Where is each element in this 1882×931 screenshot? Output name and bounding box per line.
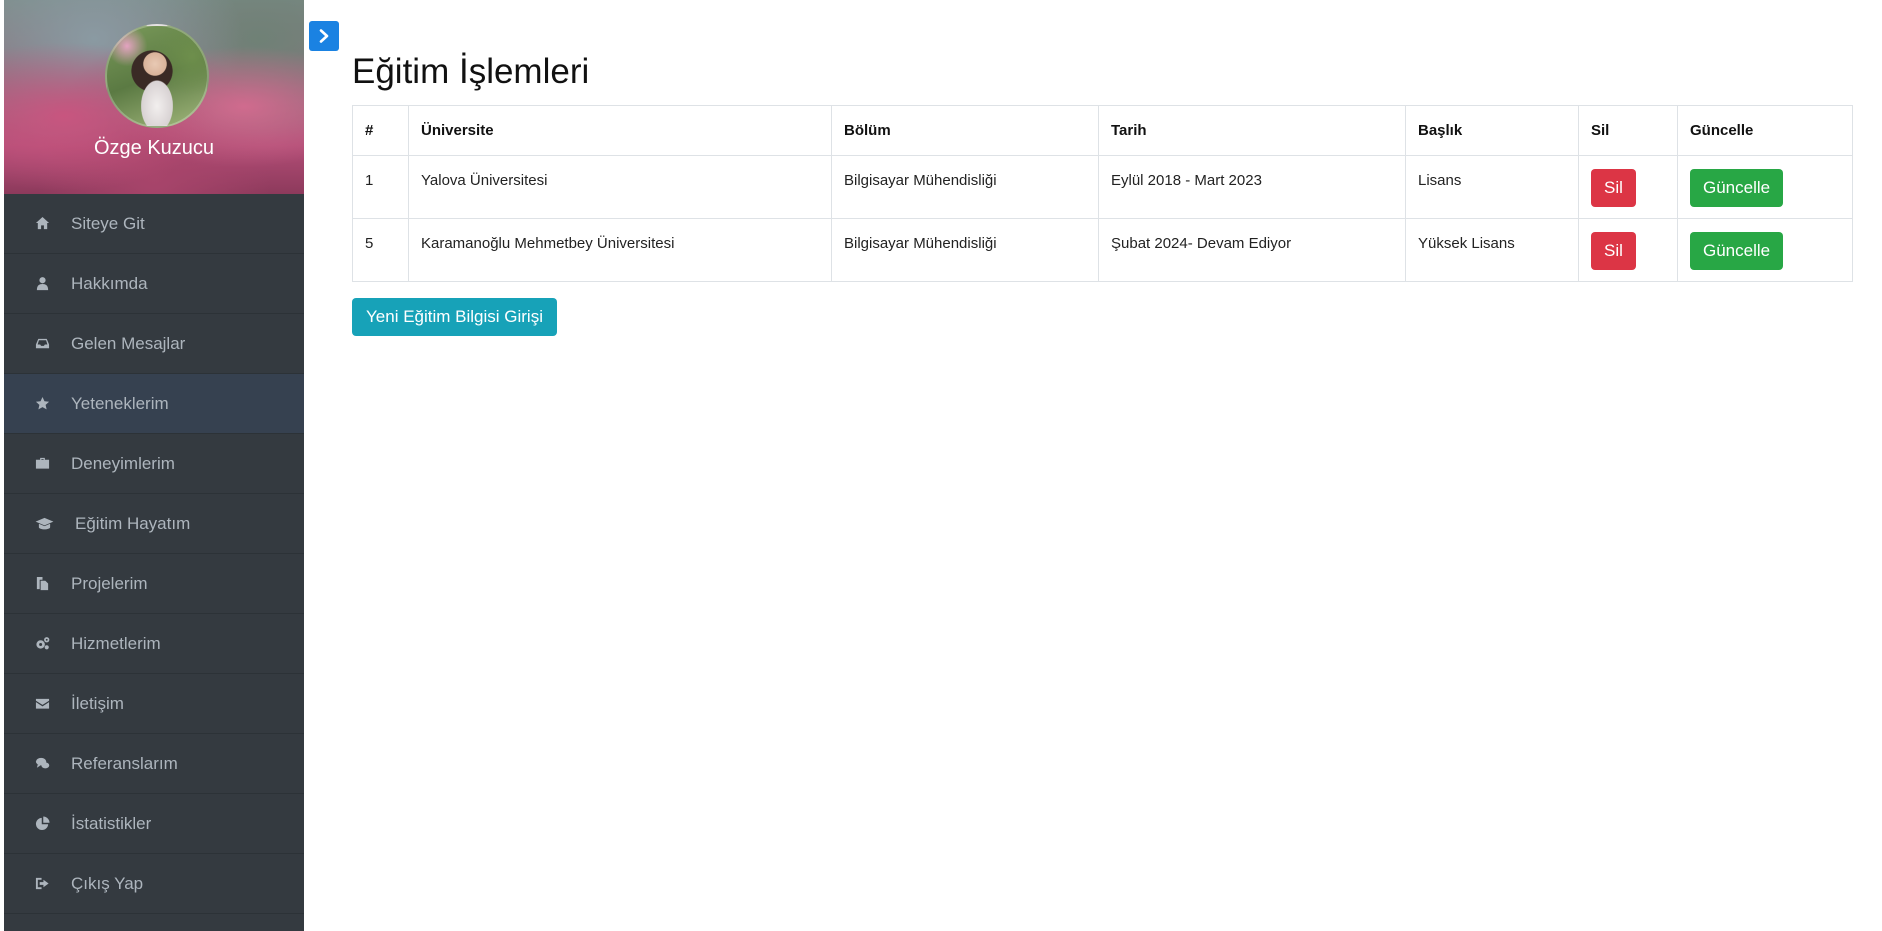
sidebar-item-label: Yeteneklerim — [71, 393, 169, 413]
sidebar-item-label: İletişim — [71, 693, 124, 713]
gears-icon — [33, 635, 51, 653]
sidebar-item-label: Referanslarım — [71, 753, 178, 773]
update-button[interactable]: Güncelle — [1690, 169, 1784, 207]
briefcase-icon — [33, 455, 51, 473]
chevron-right-icon — [319, 29, 329, 43]
envelope-icon — [33, 695, 51, 713]
sidebar-item-label: Siteye Git — [71, 213, 145, 233]
inbox-icon — [33, 335, 51, 353]
row-tarih: Şubat 2024- Devam Ediyor — [1098, 218, 1406, 282]
row-bolum: Bilgisayar Mühendisliği — [831, 218, 1099, 282]
row-id: 5 — [352, 218, 409, 282]
column-header-tarih: Tarih — [1098, 105, 1406, 156]
column-header-bolum: Bölüm — [831, 105, 1099, 156]
profile-name: Özge Kuzucu — [93, 137, 215, 159]
row-guncelle-cell: Güncelle — [1677, 218, 1853, 282]
column-header-universite: Üniversite — [408, 105, 832, 156]
page-title: Eğitim İşlemleri — [352, 52, 590, 91]
sidebar-item-projelerim[interactable]: Projelerim — [4, 554, 304, 614]
sidebar-menu: Siteye Git Hakkımda Gelen Mesajlar Yeten… — [4, 194, 304, 914]
column-header-number: # — [352, 105, 409, 156]
row-tarih: Eylül 2018 - Mart 2023 — [1098, 155, 1406, 219]
graduation-cap-icon — [33, 515, 55, 533]
star-icon — [33, 395, 51, 413]
sidebar-item-label: Eğitim Hayatım — [75, 513, 191, 533]
sidebar-item-deneyimlerim[interactable]: Deneyimlerim — [4, 434, 304, 494]
education-table: # Üniversite Bölüm Tarih Başlık Sil Günc… — [352, 105, 1853, 282]
avatar — [105, 24, 209, 128]
column-header-baslik: Başlık — [1405, 105, 1579, 156]
sidebar-item-iletisim[interactable]: İletişim — [4, 674, 304, 734]
table-header-row: # Üniversite Bölüm Tarih Başlık Sil Günc… — [352, 105, 1853, 156]
sidebar-item-label: Hakkımda — [71, 273, 148, 293]
sidebar-item-label: Çıkış Yap — [71, 873, 144, 893]
sidebar-item-label: Gelen Mesajlar — [71, 333, 186, 353]
row-baslik: Yüksek Lisans — [1405, 218, 1579, 282]
files-icon — [33, 575, 51, 593]
sidebar-item-egitim-hayatim[interactable]: Eğitim Hayatım — [4, 494, 304, 554]
row-sil-cell: Sil — [1578, 218, 1678, 282]
row-universite: Yalova Üniversitesi — [408, 155, 832, 219]
row-guncelle-cell: Güncelle — [1677, 155, 1853, 219]
sidebar-item-hakkimda[interactable]: Hakkımda — [4, 254, 304, 314]
sidebar-item-istatistikler[interactable]: İstatistikler — [4, 794, 304, 854]
table-row: 5 Karamanoğlu Mehmetbey Üniversitesi Bil… — [352, 218, 1853, 282]
sidebar-item-cikis-yap[interactable]: Çıkış Yap — [4, 854, 304, 914]
pie-chart-icon — [33, 815, 51, 833]
sidebar-item-referanslarim[interactable]: Referanslarım — [4, 734, 304, 794]
row-sil-cell: Sil — [1578, 155, 1678, 219]
sidebar-item-yeteneklerim[interactable]: Yeteneklerim — [4, 374, 304, 434]
profile-header: Özge Kuzucu — [4, 0, 304, 194]
new-education-button[interactable]: Yeni Eğitim Bilgisi Girişi — [352, 298, 557, 336]
sidebar-item-label: Deneyimlerim — [71, 453, 175, 473]
sidebar-item-label: İstatistikler — [71, 813, 152, 833]
home-icon — [33, 215, 51, 233]
table-row: 1 Yalova Üniversitesi Bilgisayar Mühendi… — [352, 155, 1853, 219]
sidebar-item-gelen-mesajlar[interactable]: Gelen Mesajlar — [4, 314, 304, 374]
sign-out-icon — [33, 875, 51, 893]
row-baslik: Lisans — [1405, 155, 1579, 219]
column-header-guncelle: Güncelle — [1677, 105, 1853, 156]
row-bolum: Bilgisayar Mühendisliği — [831, 155, 1099, 219]
delete-button[interactable]: Sil — [1591, 169, 1636, 207]
delete-button[interactable]: Sil — [1591, 232, 1636, 270]
sidebar-item-label: Projelerim — [71, 573, 148, 593]
sidebar-item-siteye-git[interactable]: Siteye Git — [4, 194, 304, 254]
update-button[interactable]: Güncelle — [1690, 232, 1784, 270]
sidebar: Özge Kuzucu Siteye Git Hakkımda Gelen Me… — [4, 0, 304, 931]
sidebar-toggle-button[interactable] — [309, 21, 339, 51]
row-id: 1 — [352, 155, 409, 219]
comments-icon — [33, 755, 51, 773]
column-header-sil: Sil — [1578, 105, 1678, 156]
user-icon — [33, 275, 51, 293]
sidebar-item-hizmetlerim[interactable]: Hizmetlerim — [4, 614, 304, 674]
sidebar-item-label: Hizmetlerim — [71, 633, 161, 653]
row-universite: Karamanoğlu Mehmetbey Üniversitesi — [408, 218, 832, 282]
